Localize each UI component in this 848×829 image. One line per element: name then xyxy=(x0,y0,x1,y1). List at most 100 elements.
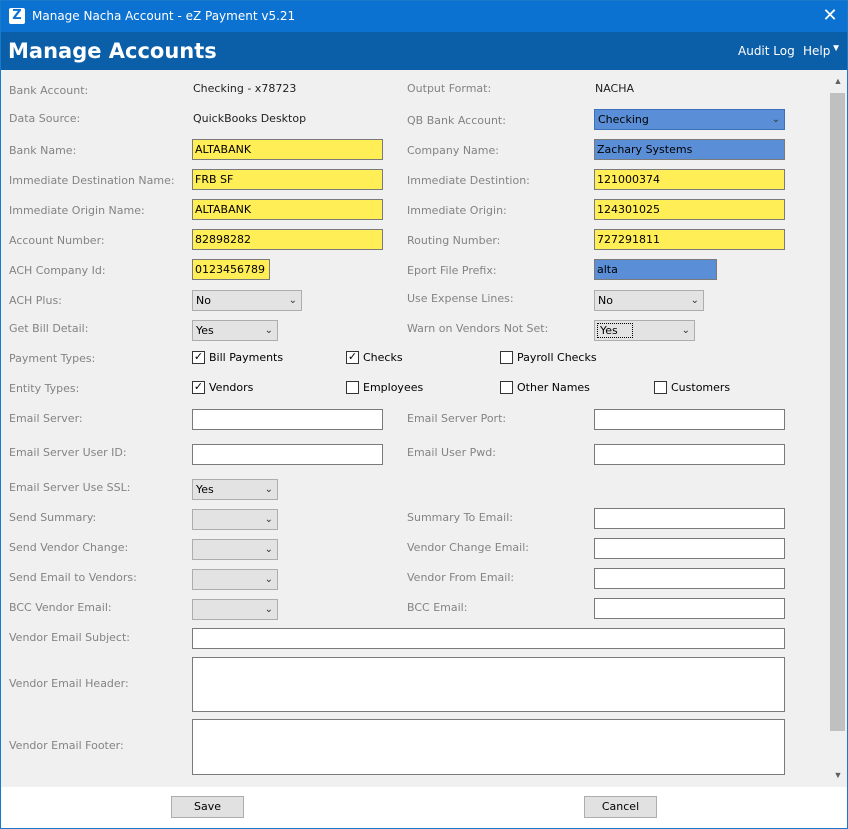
chevron-down-icon: ⌄ xyxy=(771,114,780,125)
email-user-pwd-input[interactable] xyxy=(594,444,785,465)
send-summary-select[interactable]: ⌄ xyxy=(192,509,278,530)
send-email-vendors-select[interactable]: ⌄ xyxy=(192,569,278,590)
vendor-from-email-label: Vendor From Email: xyxy=(407,571,515,584)
bcc-email-input[interactable] xyxy=(594,598,785,619)
bank-name-label: Bank Name: xyxy=(9,144,77,157)
imm-origin-input[interactable]: 124301025 xyxy=(594,199,785,220)
email-ssl-value: Yes xyxy=(196,483,214,496)
email-user-pwd-label: Email User Pwd: xyxy=(407,446,496,459)
bank-name-input[interactable]: ALTABANK xyxy=(192,139,383,160)
imm-dest-input[interactable]: 121000374 xyxy=(594,169,785,190)
data-source-value: QuickBooks Desktop xyxy=(193,112,307,125)
send-vendor-change-select[interactable]: ⌄ xyxy=(192,539,278,560)
unchecked-box-icon xyxy=(654,381,667,394)
vendor-email-header-label: Vendor Email Header: xyxy=(9,677,129,690)
email-ssl-select[interactable]: Yes ⌄ xyxy=(192,479,278,500)
send-email-vendors-label: Send Email to Vendors: xyxy=(9,571,137,584)
ach-plus-select[interactable]: No ⌄ xyxy=(192,290,302,311)
email-user-id-input[interactable] xyxy=(192,444,383,465)
get-bill-detail-select[interactable]: Yes ⌄ xyxy=(192,320,278,341)
check-icon: ✓ xyxy=(192,381,205,394)
email-server-port-label: Email Server Port: xyxy=(407,412,507,425)
bcc-vendor-email-select[interactable]: ⌄ xyxy=(192,599,278,620)
qb-bank-account-select[interactable]: Checking ⌄ xyxy=(594,109,785,130)
output-format-label: Output Format: xyxy=(407,82,492,95)
entity-types-label: Entity Types: xyxy=(9,382,80,395)
payroll-checks-label: Payroll Checks xyxy=(517,351,597,364)
ach-plus-label: ACH Plus: xyxy=(9,294,62,307)
imm-origin-name-label: Immediate Origin Name: xyxy=(9,204,145,217)
routing-number-label: Routing Number: xyxy=(407,234,501,247)
summary-to-email-label: Summary To Email: xyxy=(407,511,513,524)
bank-account-label: Bank Account: xyxy=(9,84,89,97)
help-menu[interactable]: Help xyxy=(803,44,830,58)
bcc-email-label: BCC Email: xyxy=(407,601,468,614)
imm-dest-name-label: Immediate Destination Name: xyxy=(9,174,175,187)
unchecked-box-icon xyxy=(500,381,513,394)
customers-label: Customers xyxy=(671,381,731,394)
email-server-input[interactable] xyxy=(192,409,383,430)
form-area: Bank Account: Checking - x78723 Output F… xyxy=(1,70,829,787)
vendor-email-footer-textarea[interactable] xyxy=(192,719,785,775)
vendor-change-email-label: Vendor Change Email: xyxy=(407,541,529,554)
get-bill-detail-value: Yes xyxy=(196,324,214,337)
use-expense-lines-label: Use Expense Lines: xyxy=(407,292,514,305)
data-source-label: Data Source: xyxy=(9,112,81,125)
vendors-label: Vendors xyxy=(209,381,254,394)
qb-bank-account-value: Checking xyxy=(598,113,649,126)
check-icon: ✓ xyxy=(192,351,205,364)
scroll-down-icon[interactable]: ▼ xyxy=(829,767,847,784)
warn-vendors-label: Warn on Vendors Not Set: xyxy=(407,322,549,335)
export-prefix-input[interactable]: alta xyxy=(594,259,717,280)
scrollbar-thumb[interactable] xyxy=(830,93,845,731)
chevron-down-icon: ⌄ xyxy=(288,295,297,306)
chevron-down-icon: ⌄ xyxy=(681,325,690,336)
vendor-from-email-input[interactable] xyxy=(594,568,785,589)
send-vendor-change-label: Send Vendor Change: xyxy=(9,541,129,554)
help-chevron-down-icon[interactable]: ▼ xyxy=(831,43,841,54)
summary-to-email-input[interactable] xyxy=(594,508,785,529)
bank-account-value: Checking - x78723 xyxy=(193,82,297,95)
chevron-down-icon: ⌄ xyxy=(690,295,699,306)
use-expense-lines-select[interactable]: No ⌄ xyxy=(594,290,704,311)
unchecked-box-icon xyxy=(346,381,359,394)
output-format-value: NACHA xyxy=(595,82,635,95)
email-server-port-input[interactable] xyxy=(594,409,785,430)
ach-company-id-input[interactable]: 0123456789 xyxy=(192,259,270,280)
vendor-email-subject-input[interactable] xyxy=(192,628,785,649)
account-number-input[interactable]: 82898282 xyxy=(192,229,383,250)
header-bar: Manage Accounts Audit Log Help ▼ xyxy=(1,32,847,70)
warn-vendors-value: Yes xyxy=(597,323,633,338)
vendor-change-email-input[interactable] xyxy=(594,538,785,559)
bill-payments-label: Bill Payments xyxy=(209,351,284,364)
check-icon: ✓ xyxy=(346,351,359,364)
send-summary-label: Send Summary: xyxy=(9,511,97,524)
title-bar[interactable]: Z Manage Nacha Account - eZ Payment v5.2… xyxy=(1,1,847,32)
imm-dest-name-input[interactable]: FRB SF xyxy=(192,169,383,190)
ach-plus-value: No xyxy=(196,294,211,307)
imm-origin-name-input[interactable]: ALTABANK xyxy=(192,199,383,220)
imm-origin-label: Immediate Origin: xyxy=(407,204,507,217)
scroll-up-icon[interactable]: ▲ xyxy=(829,73,847,90)
chevron-down-icon: ⌄ xyxy=(264,604,273,615)
account-number-label: Account Number: xyxy=(9,234,105,247)
unchecked-box-icon xyxy=(500,351,513,364)
get-bill-detail-label: Get Bill Detail: xyxy=(9,322,89,335)
warn-vendors-select[interactable]: Yes ⌄ xyxy=(594,320,695,341)
chevron-down-icon: ⌄ xyxy=(264,514,273,525)
email-user-id-label: Email Server User ID: xyxy=(9,446,127,459)
chevron-down-icon: ⌄ xyxy=(264,484,273,495)
save-button[interactable]: Save xyxy=(171,796,244,818)
company-name-input[interactable]: Zachary Systems xyxy=(594,139,785,160)
other-names-label: Other Names xyxy=(517,381,590,394)
vertical-scrollbar[interactable]: ▲ ▼ xyxy=(829,70,847,787)
audit-log-link[interactable]: Audit Log xyxy=(738,44,795,58)
close-icon[interactable]: ✕ xyxy=(813,1,847,32)
routing-number-input[interactable]: 727291811 xyxy=(594,229,785,250)
window-title: Manage Nacha Account - eZ Payment v5.21 xyxy=(32,9,296,23)
footer-bar: Save Cancel xyxy=(1,787,847,828)
chevron-down-icon: ⌄ xyxy=(264,574,273,585)
vendor-email-header-textarea[interactable] xyxy=(192,657,785,712)
cancel-button[interactable]: Cancel xyxy=(584,796,657,818)
checks-label: Checks xyxy=(363,351,403,364)
